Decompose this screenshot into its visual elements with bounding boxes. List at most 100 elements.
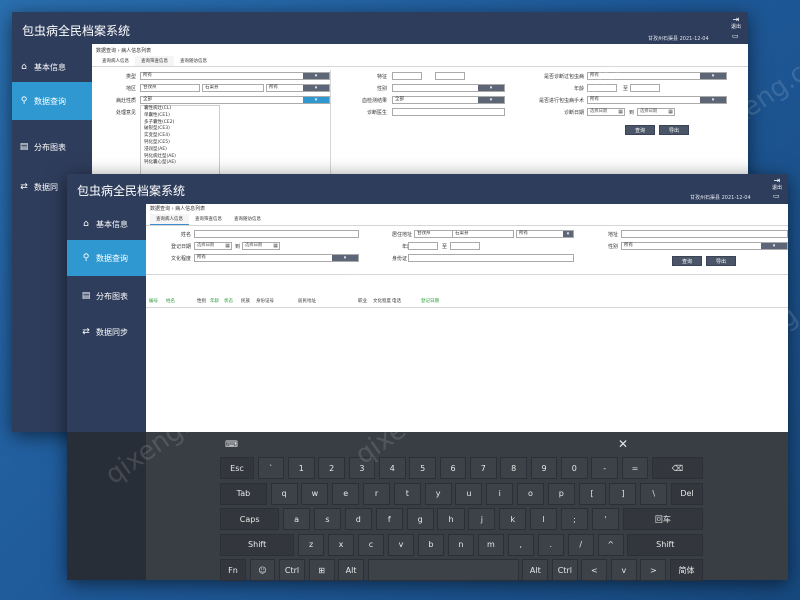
residence-town-select[interactable]: 所有 ▾ — [516, 230, 574, 238]
key-r[interactable]: r — [362, 482, 391, 505]
arrow-down-key[interactable]: v — [610, 559, 637, 581]
type-select[interactable]: 所有 ▾ — [140, 72, 330, 80]
key-1[interactable]: 1 — [287, 457, 315, 479]
key-s[interactable]: s — [313, 508, 342, 530]
query-button[interactable]: 查询 — [625, 125, 655, 135]
key-n[interactable]: n — [447, 533, 475, 556]
sidebar-item-basic-info[interactable]: ⌂ 基本信息 — [67, 212, 146, 236]
diag-date-from[interactable]: 选择日期 ▦ — [587, 108, 625, 116]
key-[interactable]: \ — [640, 482, 668, 505]
key-esc[interactable]: Esc — [220, 457, 254, 479]
col-header-occupation[interactable]: 职业 — [358, 298, 367, 304]
serum-select[interactable]: 全部 ▾ — [392, 96, 505, 104]
key-f[interactable]: f — [375, 508, 403, 530]
sidebar-item-data-query[interactable]: ⚲ 数据查询 — [12, 82, 92, 120]
key-h[interactable]: h — [437, 508, 465, 530]
age-to-field[interactable] — [450, 242, 480, 250]
education-select[interactable]: 所有 ▾ — [194, 254, 359, 262]
key-8[interactable]: 8 — [500, 457, 528, 479]
key-2[interactable]: 2 — [318, 457, 345, 479]
on-screen-keyboard[interactable]: ⌨ ✕ Esc ` 1 2 3 4 5 6 7 8 9 0- = ⌫ Tab q w e r t y u i o p[] \ Del… — [67, 432, 788, 581]
key-3[interactable]: 3 — [348, 457, 376, 479]
gender-select[interactable]: ▾ — [392, 84, 505, 92]
key-tab[interactable]: Tab — [220, 482, 267, 505]
key-7[interactable]: 7 — [469, 457, 497, 479]
sidebar-item-charts[interactable]: ▤ 分布图表 — [12, 132, 92, 162]
key-a[interactable]: a — [283, 508, 311, 530]
col-header-idcard[interactable]: 身份证号 — [256, 298, 274, 304]
space-key[interactable] — [367, 559, 519, 581]
key-ctrl[interactable]: Ctrl — [551, 559, 578, 581]
key-[interactable]: ` — [257, 457, 285, 479]
key-[interactable]: - — [591, 457, 619, 479]
key-[interactable]: , — [507, 533, 534, 556]
exit-button[interactable]: ⇥ 退出 — [730, 15, 742, 30]
key-[interactable]: [ — [578, 482, 606, 505]
col-header-address[interactable]: 居民地址 — [298, 298, 316, 304]
key-p[interactable]: p — [547, 482, 575, 505]
key-5[interactable]: 5 — [409, 457, 436, 479]
key-u[interactable]: u — [455, 482, 483, 505]
col-header-ethnicity[interactable]: 民族 — [241, 298, 250, 304]
gender-select[interactable]: 所有 ▾ — [621, 242, 788, 250]
dropdown-option[interactable]: 囊性病灶(CL) — [144, 106, 219, 113]
key-o[interactable]: o — [516, 482, 545, 505]
sidebar-item-basic-info[interactable]: ⌂ 基本信息 — [12, 52, 92, 82]
windows-key[interactable]: ⊞ — [308, 559, 335, 581]
surgery-select[interactable]: 所有 ▾ — [587, 96, 727, 104]
tab-patient-info[interactable]: 查询病人信息 — [150, 214, 189, 225]
key-j[interactable]: j — [468, 508, 496, 530]
key-c[interactable]: c — [357, 533, 385, 556]
lesion-dropdown-list[interactable]: 囊性病灶(CL) 单囊性(CE1) 多子囊性(CE2) 破裂型(CE3) 实变型… — [140, 105, 220, 175]
reg-date-from[interactable]: 选择日期 ▦ — [194, 242, 232, 250]
name-field[interactable] — [194, 230, 359, 238]
col-header-id[interactable]: 编号 — [149, 298, 158, 304]
key-alt[interactable]: Alt — [522, 559, 549, 581]
key-alt[interactable]: Alt — [338, 559, 365, 581]
region-county-field[interactable]: 石渠县 — [202, 84, 264, 92]
dropdown-option[interactable]: 实变型(CE4) — [144, 133, 219, 140]
key-caps[interactable]: Caps — [220, 508, 280, 530]
key-0[interactable]: 0 — [561, 457, 588, 479]
key-x[interactable]: x — [327, 533, 355, 556]
export-button[interactable]: 导出 — [659, 125, 689, 135]
emoji-key[interactable]: ☺ — [249, 559, 276, 581]
feature-field-2[interactable] — [435, 72, 465, 80]
key-t[interactable]: t — [393, 482, 421, 505]
key-[interactable]: . — [537, 533, 564, 556]
dropdown-option[interactable]: 钙化型(CE5) — [144, 140, 219, 147]
key-[interactable]: = — [621, 457, 649, 479]
key-y[interactable]: y — [424, 482, 452, 505]
key-k[interactable]: k — [499, 508, 527, 530]
key-fn[interactable]: Fn — [220, 559, 246, 581]
doctor-field[interactable] — [392, 108, 505, 116]
arrow-up-key[interactable]: ^ — [597, 533, 624, 556]
col-header-education[interactable]: 文化程度 — [373, 298, 391, 304]
ever-diag-select[interactable]: 所有 ▾ — [587, 72, 727, 80]
key-l[interactable]: l — [530, 508, 558, 530]
feature-field-1[interactable] — [392, 72, 422, 80]
key-shift[interactable]: Shift — [627, 533, 703, 556]
arrow-left-key[interactable]: < — [581, 559, 608, 581]
monitor-icon[interactable]: ▭ — [732, 32, 739, 40]
idcard-field[interactable] — [408, 254, 574, 262]
sidebar-item-data-query[interactable]: ⚲ 数据查询 — [67, 240, 146, 276]
dropdown-option[interactable]: 单囊性(CE1) — [144, 113, 219, 120]
key-4[interactable]: 4 — [378, 457, 406, 479]
close-icon[interactable]: ✕ — [618, 437, 628, 451]
language-key[interactable]: 简体 — [669, 559, 703, 581]
col-header-gender[interactable]: 性别 — [197, 298, 206, 304]
key-b[interactable]: b — [417, 533, 445, 556]
monitor-icon[interactable]: ▭ — [773, 192, 780, 200]
key-6[interactable]: 6 — [439, 457, 467, 479]
age-from-field[interactable] — [408, 242, 438, 250]
key-[interactable]: ] — [609, 482, 637, 505]
key-w[interactable]: w — [301, 482, 329, 505]
key-g[interactable]: g — [406, 508, 434, 530]
sidebar-item-charts[interactable]: ▤ 分布图表 — [67, 284, 146, 308]
keyboard-settings-icon[interactable]: ⌨ — [225, 440, 238, 450]
query-button[interactable]: 查询 — [672, 256, 702, 266]
lesion-select[interactable]: 全部 ▾ — [140, 96, 330, 104]
enter-key[interactable]: 回车 — [622, 508, 703, 530]
key-m[interactable]: m — [477, 533, 505, 556]
